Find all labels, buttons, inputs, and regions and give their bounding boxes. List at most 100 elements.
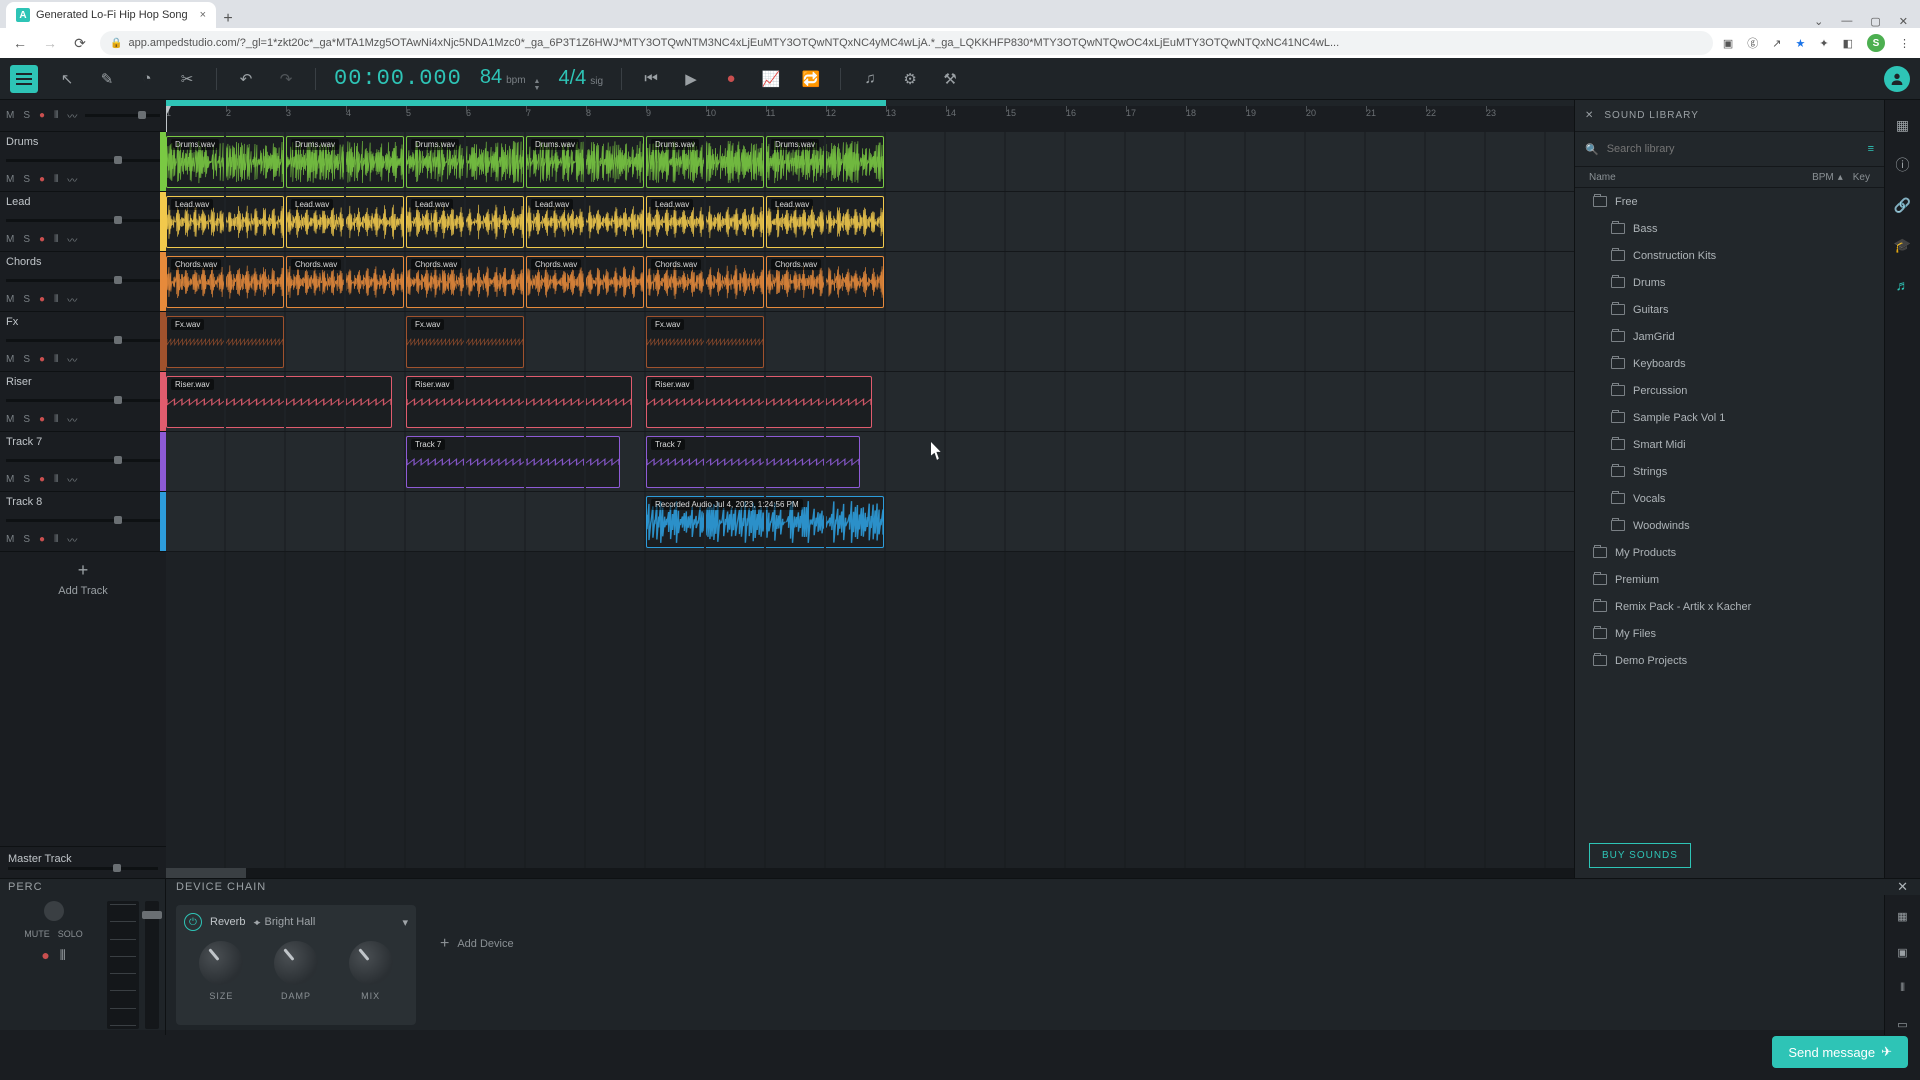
automation-icon[interactable]: 〰 bbox=[67, 352, 77, 367]
timesig-display[interactable]: 4/4sig bbox=[558, 67, 603, 90]
clip[interactable]: Drums.wav bbox=[286, 136, 404, 188]
volume-slider[interactable] bbox=[6, 459, 160, 462]
solo-button[interactable]: S bbox=[23, 174, 30, 185]
close-library-icon[interactable]: ✕ bbox=[1585, 110, 1594, 121]
clip[interactable]: Lead.wav bbox=[406, 196, 524, 248]
menu-icon[interactable]: ⋮ bbox=[1899, 37, 1910, 50]
clip[interactable]: Riser.wav bbox=[166, 376, 392, 428]
automation-icon[interactable]: 〰 bbox=[67, 172, 77, 187]
solo-button[interactable]: S bbox=[23, 354, 30, 365]
automation-icon[interactable]: 〰 bbox=[67, 532, 77, 547]
library-item[interactable]: Bass bbox=[1575, 215, 1884, 242]
clip[interactable]: Drums.wav bbox=[166, 136, 284, 188]
info-icon[interactable]: ⓘ bbox=[1892, 154, 1914, 176]
library-item[interactable]: Demo Projects bbox=[1575, 647, 1884, 674]
clip[interactable]: Lead.wav bbox=[286, 196, 404, 248]
clip[interactable]: Riser.wav bbox=[406, 376, 632, 428]
library-icon[interactable]: ♬ bbox=[1892, 274, 1914, 296]
library-item[interactable]: Premium bbox=[1575, 566, 1884, 593]
redo-button[interactable]: ↷ bbox=[275, 68, 297, 90]
track-header[interactable]: Drums M S ● ⫴ 〰 bbox=[0, 132, 166, 192]
meter-icon[interactable]: ⫴ bbox=[54, 110, 58, 121]
notes-icon[interactable]: ▦ bbox=[1892, 114, 1914, 136]
power-button[interactable]: ⏻ bbox=[184, 913, 202, 931]
clip[interactable]: Drums.wav bbox=[646, 136, 764, 188]
nav-forward-icon[interactable]: → bbox=[40, 35, 60, 51]
col-key[interactable]: Key bbox=[1853, 172, 1870, 183]
tab-close-icon[interactable]: × bbox=[200, 9, 206, 21]
automation-icon[interactable]: 〰 bbox=[67, 292, 77, 307]
address-bar[interactable]: 🔒 app.ampedstudio.com/?_gl=1*zkt20c*_ga*… bbox=[100, 31, 1713, 55]
library-item[interactable]: Keyboards bbox=[1575, 350, 1884, 377]
track-header[interactable]: Riser M S ● ⫴ 〰 bbox=[0, 372, 166, 432]
library-item[interactable]: Sample Pack Vol 1 bbox=[1575, 404, 1884, 431]
clip[interactable]: Drums.wav bbox=[766, 136, 884, 188]
volume-slider[interactable] bbox=[6, 219, 160, 222]
share-icon[interactable]: ↗ bbox=[1772, 37, 1781, 50]
meter-icon[interactable]: ⫴ bbox=[54, 294, 58, 305]
tool-a-icon[interactable]: ♫ bbox=[859, 68, 881, 90]
track-lane[interactable]: Fx.wavFx.wavFx.wav bbox=[166, 312, 1574, 372]
col-bpm[interactable]: BPM bbox=[1812, 172, 1834, 183]
panel-icon[interactable]: ▣ bbox=[1892, 941, 1914, 963]
clip[interactable]: Lead.wav bbox=[526, 196, 644, 248]
arm-record-button[interactable]: ● bbox=[39, 414, 45, 425]
track-header[interactable]: Track 7 M S ● ⫴ 〰 bbox=[0, 432, 166, 492]
minimize-icon[interactable]: — bbox=[1841, 15, 1852, 28]
library-item[interactable]: Drums bbox=[1575, 269, 1884, 296]
send-message-button[interactable]: Send message ✈ bbox=[1772, 1036, 1908, 1068]
volume-slider[interactable] bbox=[6, 339, 160, 342]
add-device-button[interactable]: + Add Device bbox=[430, 905, 524, 983]
mute-button[interactable]: M bbox=[6, 110, 14, 121]
meter-icon[interactable]: ⫴ bbox=[54, 354, 58, 365]
rewind-button[interactable]: ⏮ bbox=[640, 68, 662, 90]
bpm-display[interactable]: 84bpm ▲▼ bbox=[480, 66, 541, 92]
volume-slider[interactable] bbox=[6, 159, 160, 162]
library-item[interactable]: Free bbox=[1575, 188, 1884, 215]
extensions-icon[interactable]: ✦ bbox=[1819, 37, 1828, 50]
arm-record-button[interactable]: ● bbox=[39, 354, 45, 365]
pointer-tool-icon[interactable]: ↖ bbox=[56, 68, 78, 90]
clip[interactable]: Drums.wav bbox=[406, 136, 524, 188]
solo-button[interactable]: S bbox=[23, 234, 30, 245]
education-icon[interactable]: 🎓 bbox=[1892, 234, 1914, 256]
automation-icon[interactable]: 〰 bbox=[67, 108, 77, 123]
link-icon[interactable]: 🔗 bbox=[1892, 194, 1914, 216]
metronome-icon[interactable]: 📈 bbox=[760, 68, 782, 90]
clip[interactable]: Chords.wav bbox=[766, 256, 884, 308]
device-icon[interactable]: ▭ bbox=[1892, 1013, 1914, 1035]
install-icon[interactable]: ▣ bbox=[1723, 37, 1733, 50]
clip[interactable]: Drums.wav bbox=[526, 136, 644, 188]
arm-record-button[interactable]: ● bbox=[39, 110, 45, 121]
mix-knob[interactable] bbox=[349, 941, 393, 985]
clip[interactable]: Riser.wav bbox=[646, 376, 872, 428]
master-track[interactable]: Master Track bbox=[0, 846, 166, 878]
clip[interactable]: Chords.wav bbox=[286, 256, 404, 308]
library-item[interactable]: Strings bbox=[1575, 458, 1884, 485]
buy-sounds-button[interactable]: BUY SOUNDS bbox=[1589, 843, 1691, 868]
bpm-stepper-icon[interactable]: ▲▼ bbox=[534, 78, 541, 92]
clip[interactable]: Lead.wav bbox=[766, 196, 884, 248]
mute-button[interactable]: M bbox=[6, 294, 14, 305]
preset-prev-next-icon[interactable]: ◂▸ bbox=[253, 917, 258, 928]
track-lane[interactable]: Chords.wavChords.wavChords.wavChords.wav… bbox=[166, 252, 1574, 312]
col-name[interactable]: Name bbox=[1589, 172, 1616, 183]
library-item[interactable]: Remix Pack - Artik x Kacher bbox=[1575, 593, 1884, 620]
menu-button[interactable] bbox=[10, 65, 38, 93]
solo-button[interactable]: S bbox=[23, 534, 30, 545]
maximize-icon[interactable]: ▢ bbox=[1870, 15, 1880, 28]
track-header[interactable]: Chords M S ● ⫴ 〰 bbox=[0, 252, 166, 312]
fader[interactable] bbox=[145, 901, 159, 1029]
meter-icon[interactable]: ⫴ bbox=[54, 534, 58, 545]
size-knob[interactable] bbox=[199, 941, 243, 985]
solo-button[interactable]: S bbox=[23, 474, 30, 485]
solo-button[interactable]: S bbox=[23, 110, 30, 121]
library-item[interactable]: Woodwinds bbox=[1575, 512, 1884, 539]
meter-icon[interactable]: ⫴ bbox=[54, 474, 58, 485]
volume-slider[interactable] bbox=[6, 519, 160, 522]
arm-record-button[interactable]: ● bbox=[39, 174, 45, 185]
mute-button[interactable]: M bbox=[6, 534, 14, 545]
meter-icon[interactable]: ⫴ bbox=[54, 234, 58, 245]
record-button[interactable]: ● bbox=[720, 68, 742, 90]
timeline[interactable]: 1234567891011121314151617181920212223 Dr… bbox=[166, 100, 1574, 878]
